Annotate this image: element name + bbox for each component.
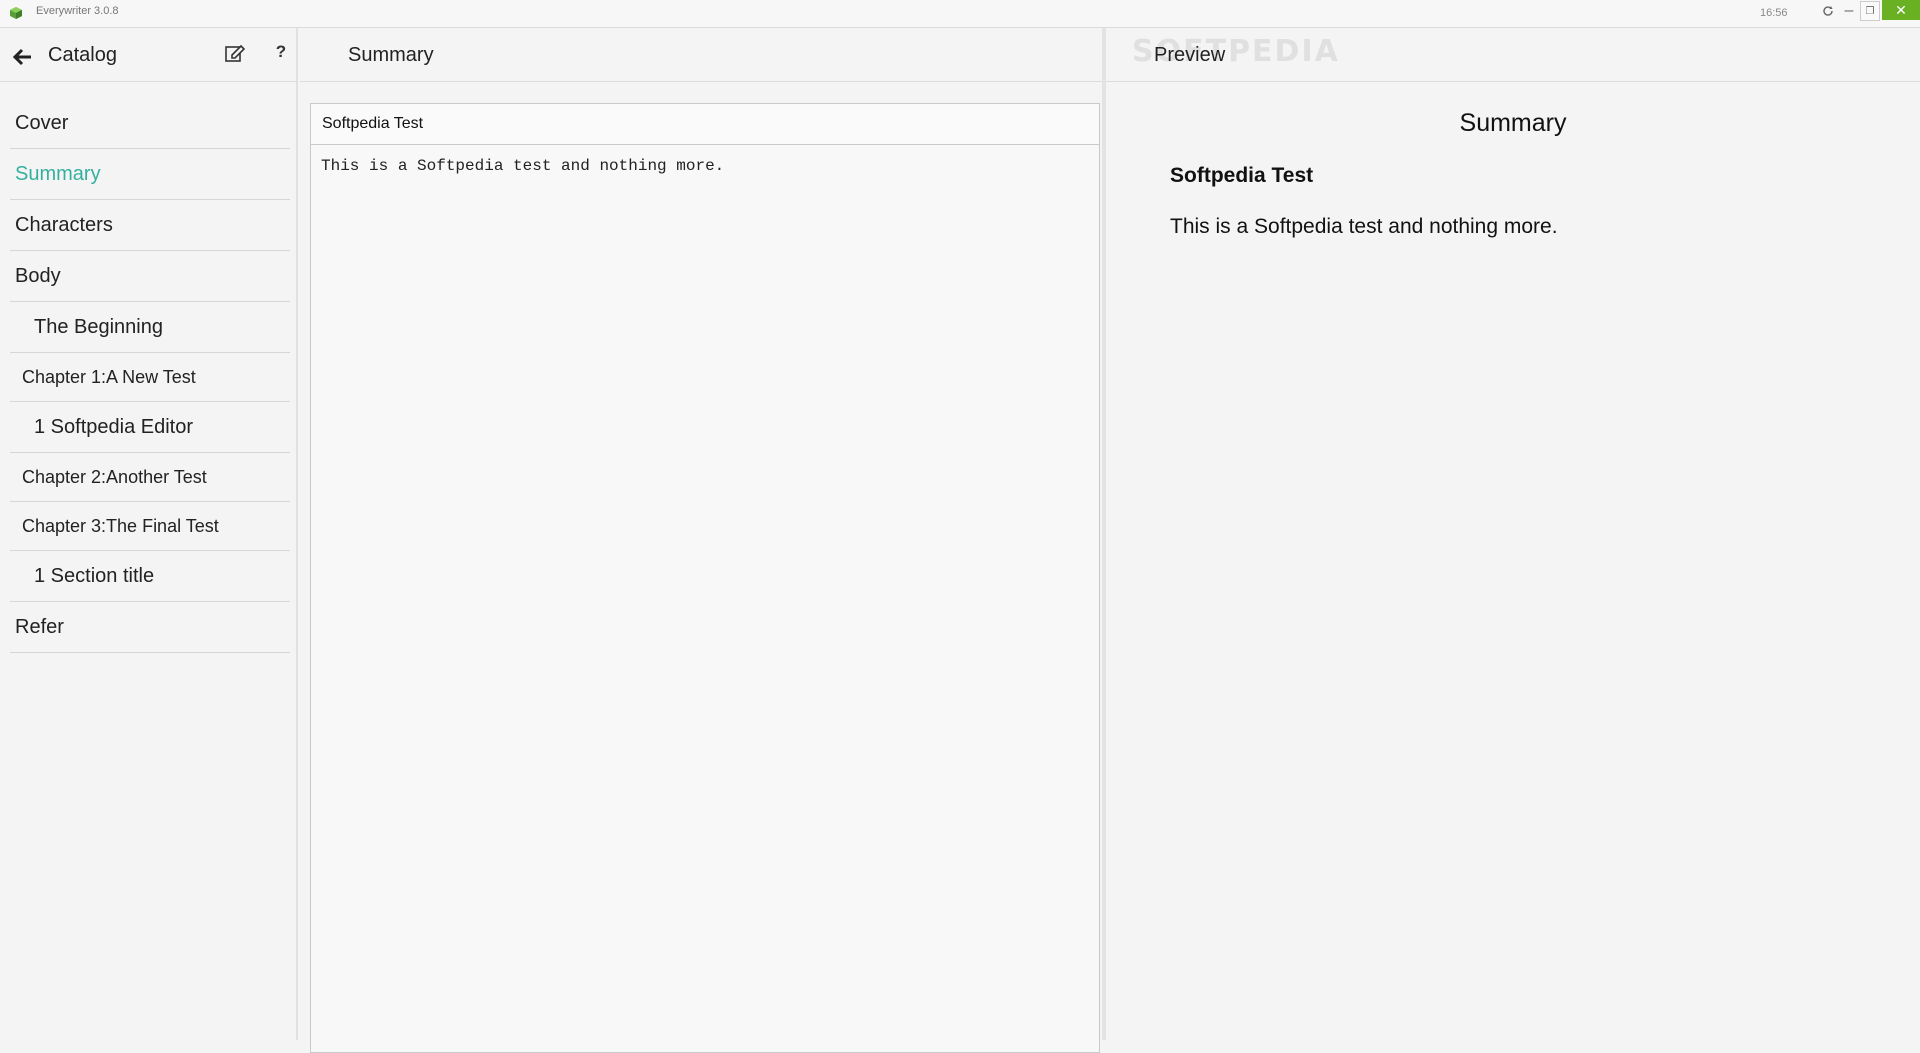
catalog-tree: Cover Summary Characters Body The Beginn… xyxy=(10,98,290,653)
close-button[interactable]: ✕ xyxy=(1882,0,1920,20)
tree-item-chapter-1[interactable]: Chapter 1:A New Test xyxy=(10,353,290,402)
preview-doc-title: Summary xyxy=(1459,109,1567,137)
clock-text: 16:56 xyxy=(1760,7,1788,19)
body-textarea[interactable]: This is a Softpedia test and nothing mor… xyxy=(311,145,1099,1045)
preview-header: SOFTPEDIA Preview xyxy=(1106,28,1920,82)
window-titlebar: Everywriter 3.0.8 16:56 – ❐ ✕ xyxy=(0,0,1920,28)
title-input[interactable] xyxy=(311,104,1099,145)
tree-item-summary[interactable]: Summary xyxy=(10,149,290,200)
app-logo-icon xyxy=(10,7,22,19)
tree-item-chapter-3[interactable]: Chapter 3:The Final Test xyxy=(10,502,290,551)
restore-button[interactable]: ❐ xyxy=(1860,1,1880,21)
back-arrow-icon[interactable] xyxy=(12,46,34,68)
tree-item-the-beginning[interactable]: The Beginning xyxy=(10,302,290,353)
sidebar-title: Catalog xyxy=(48,44,117,66)
tree-item-refer[interactable]: Refer xyxy=(10,602,290,653)
tree-item-section-title[interactable]: 1 Section title xyxy=(10,551,290,602)
preview-panel: SOFTPEDIA Preview Summary Softpedia Test… xyxy=(1106,28,1920,1040)
edit-icon[interactable] xyxy=(224,42,246,64)
catalog-sidebar: Catalog ? Cover Summary Characters Body … xyxy=(0,28,298,1040)
tree-item-softpedia-editor[interactable]: 1 Softpedia Editor xyxy=(10,402,290,453)
tree-item-characters[interactable]: Characters xyxy=(10,200,290,251)
preview-heading: Softpedia Test xyxy=(1170,164,1314,187)
help-icon[interactable]: ? xyxy=(272,42,290,64)
editor-header: Summary xyxy=(300,28,1102,82)
app-title: Everywriter 3.0.8 xyxy=(36,5,119,17)
tree-item-body[interactable]: Body xyxy=(10,251,290,302)
tree-item-cover[interactable]: Cover xyxy=(10,98,290,149)
refresh-icon[interactable] xyxy=(1818,0,1838,22)
editor-panel: Summary This is a Softpedia test and not… xyxy=(300,28,1106,1053)
editor-section-title: Summary xyxy=(348,44,434,66)
preview-paragraph: This is a Softpedia test and nothing mor… xyxy=(1170,215,1558,238)
sidebar-header: Catalog ? xyxy=(0,28,298,82)
editor-box: This is a Softpedia test and nothing mor… xyxy=(310,103,1100,1053)
preview-title: Preview xyxy=(1154,44,1226,66)
minimize-button[interactable]: – xyxy=(1838,0,1860,22)
tree-item-chapter-2[interactable]: Chapter 2:Another Test xyxy=(10,453,290,502)
